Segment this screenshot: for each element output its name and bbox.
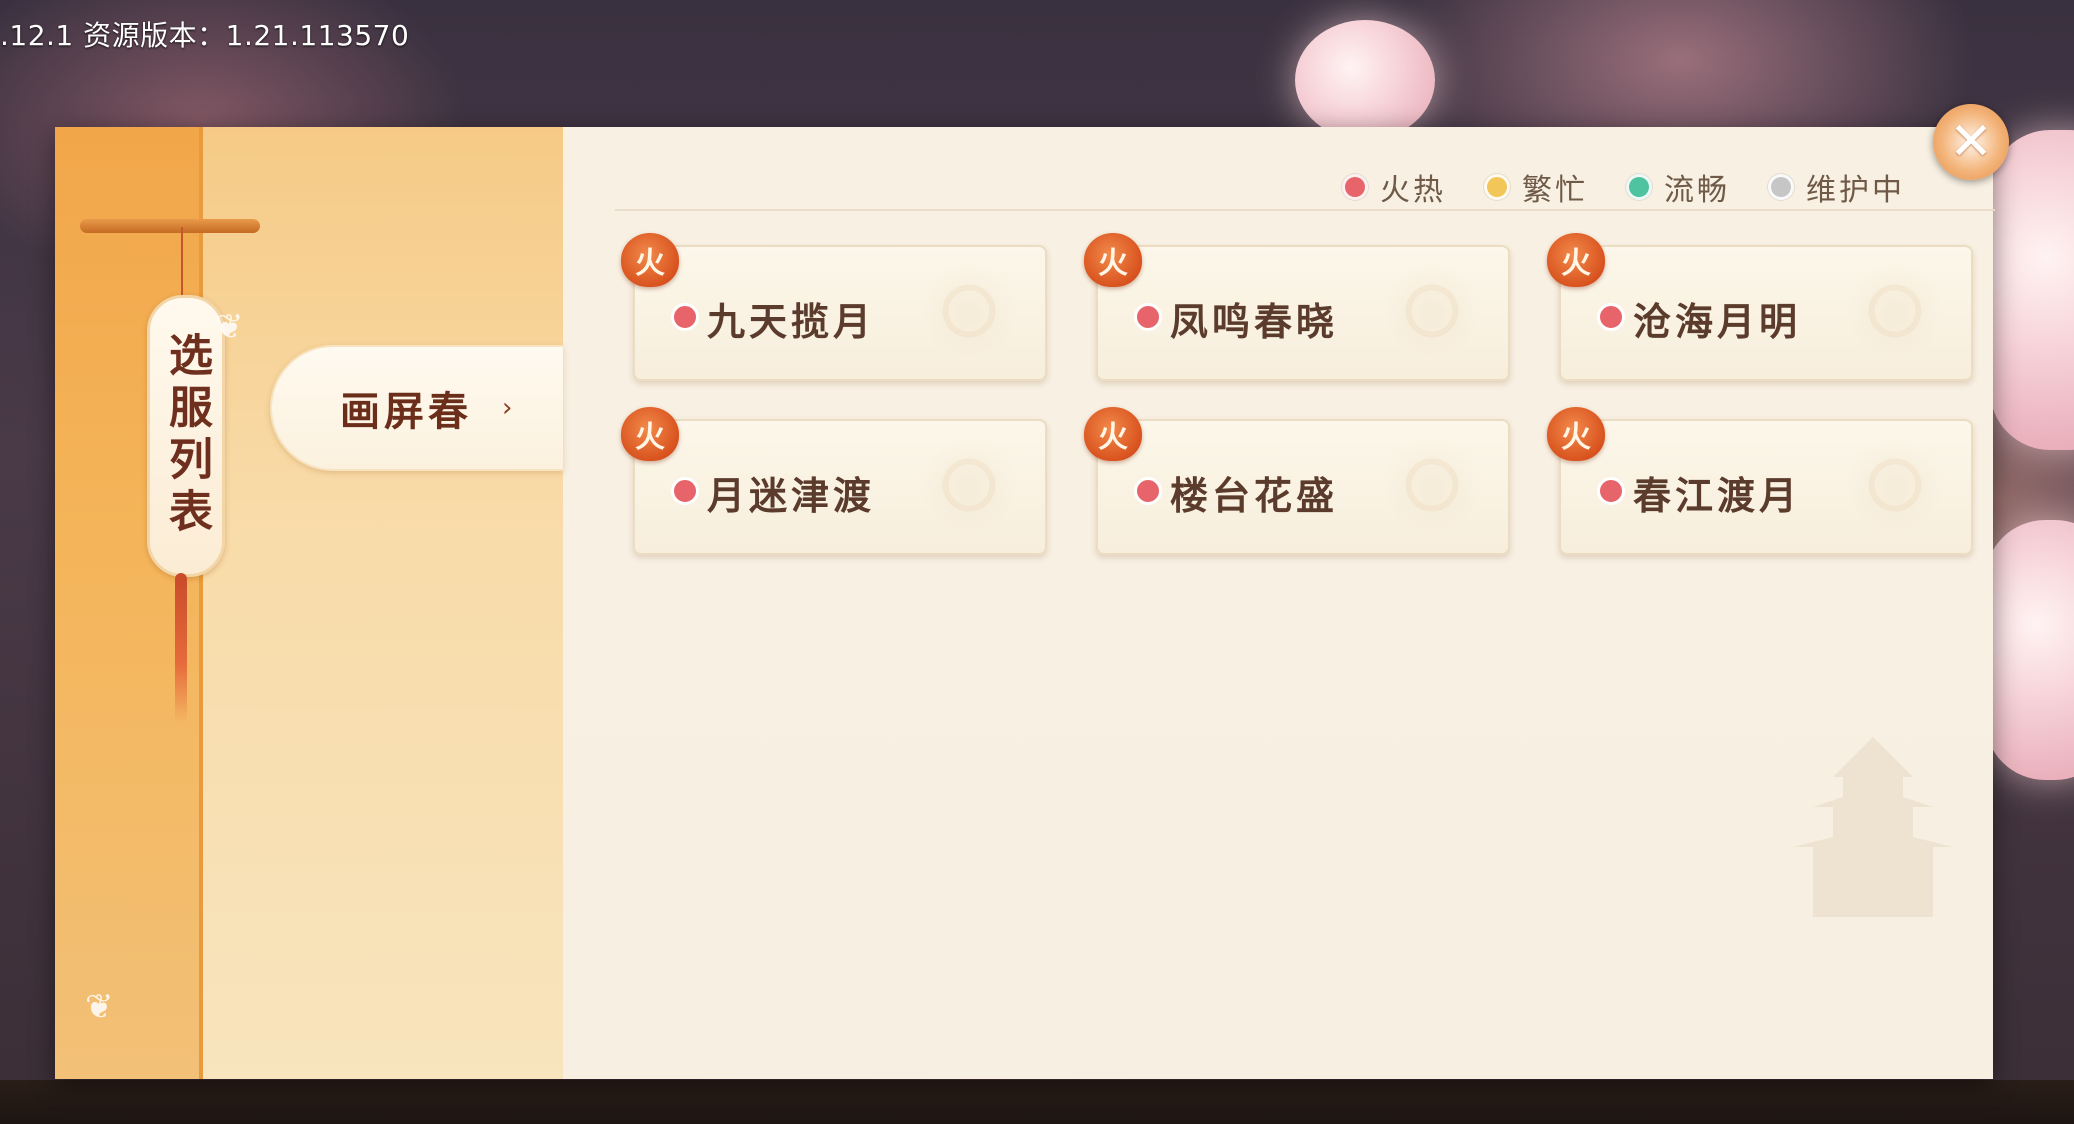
status-dot-icon bbox=[1626, 174, 1652, 200]
pagoda-watermark-icon bbox=[1793, 737, 1953, 917]
fire-badge-icon: 火 bbox=[1547, 233, 1605, 287]
tassel-decoration bbox=[175, 573, 187, 723]
server-card-fengmingchunxiao[interactable]: 火 凤鸣春晓 bbox=[1084, 233, 1510, 381]
server-card-chunjiangduyue[interactable]: 火 春江渡月 bbox=[1547, 407, 1973, 555]
butterfly-icon: ❦ bbox=[85, 987, 114, 1027]
chevron-right-icon: › bbox=[502, 393, 513, 423]
close-icon: ✕ bbox=[1949, 112, 1993, 172]
server-card-jiutianlanyue[interactable]: 火 九天揽月 bbox=[621, 233, 1047, 381]
legend-item-maintenance: 维护中 bbox=[1768, 165, 1905, 209]
lantern-decoration bbox=[1295, 20, 1435, 140]
region-list bbox=[203, 127, 563, 1079]
panel-title: 选服列表 bbox=[161, 332, 212, 540]
status-dot-icon bbox=[1597, 303, 1625, 331]
scroll-rope bbox=[181, 227, 183, 297]
scroll-rod bbox=[80, 219, 260, 233]
bottom-scene-strip bbox=[0, 1080, 2074, 1124]
status-dot-icon bbox=[671, 477, 699, 505]
server-card-canghaiyueming[interactable]: 火 沧海月明 bbox=[1547, 233, 1973, 381]
status-legend: 火热 繁忙 流畅 维护中 bbox=[1342, 165, 1905, 209]
status-dot-icon bbox=[1134, 303, 1162, 331]
fire-badge-icon: 火 bbox=[1084, 233, 1142, 287]
status-dot-icon bbox=[1342, 174, 1368, 200]
legend-label: 维护中 bbox=[1806, 173, 1905, 208]
legend-label: 流畅 bbox=[1664, 173, 1730, 208]
version-label: .12.1 资源版本：1.21.113570 bbox=[0, 19, 410, 52]
butterfly-icon: ❦ bbox=[215, 307, 244, 347]
status-dot-icon bbox=[671, 303, 699, 331]
server-card-loutaihuasheng[interactable]: 火 楼台花盛 bbox=[1084, 407, 1510, 555]
status-dot-icon bbox=[1768, 174, 1794, 200]
legend-item-hot: 火热 bbox=[1342, 165, 1446, 209]
region-tab-huapingchun[interactable]: 画屏春 › bbox=[270, 345, 563, 471]
fire-badge-icon: 火 bbox=[621, 233, 679, 287]
status-dot-icon bbox=[1134, 477, 1162, 505]
status-dot-icon bbox=[1597, 477, 1625, 505]
lantern-decoration bbox=[1985, 520, 2074, 780]
legend-label: 繁忙 bbox=[1522, 173, 1588, 208]
region-label: 画屏春 bbox=[340, 388, 472, 435]
server-name: 沧海月明 bbox=[1633, 299, 1802, 344]
server-name: 九天揽月 bbox=[707, 299, 876, 344]
close-button[interactable]: ✕ bbox=[1933, 104, 2009, 180]
legend-label: 火热 bbox=[1380, 173, 1446, 208]
legend-divider bbox=[615, 209, 1995, 211]
server-select-panel: 火热 繁忙 流畅 维护中 火 九天揽月 火 凤鸣春晓 火 沧海月明 火 月迷津渡… bbox=[55, 127, 1995, 1079]
server-list-area: 火热 繁忙 流畅 维护中 火 九天揽月 火 凤鸣春晓 火 沧海月明 火 月迷津渡… bbox=[563, 127, 1995, 1079]
server-name: 凤鸣春晓 bbox=[1170, 299, 1339, 344]
server-card-yuemijindu[interactable]: 火 月迷津渡 bbox=[621, 407, 1047, 555]
server-name: 春江渡月 bbox=[1633, 473, 1802, 518]
fire-badge-icon: 火 bbox=[1547, 407, 1605, 461]
lantern-decoration bbox=[1990, 130, 2074, 450]
status-dot-icon bbox=[1484, 174, 1510, 200]
server-name: 月迷津渡 bbox=[707, 473, 876, 518]
fire-badge-icon: 火 bbox=[1084, 407, 1142, 461]
legend-item-smooth: 流畅 bbox=[1626, 165, 1730, 209]
server-name: 楼台花盛 bbox=[1170, 473, 1339, 518]
legend-item-busy: 繁忙 bbox=[1484, 165, 1588, 209]
panel-title-scroll: 选服列表 bbox=[147, 295, 225, 577]
fire-badge-icon: 火 bbox=[621, 407, 679, 461]
